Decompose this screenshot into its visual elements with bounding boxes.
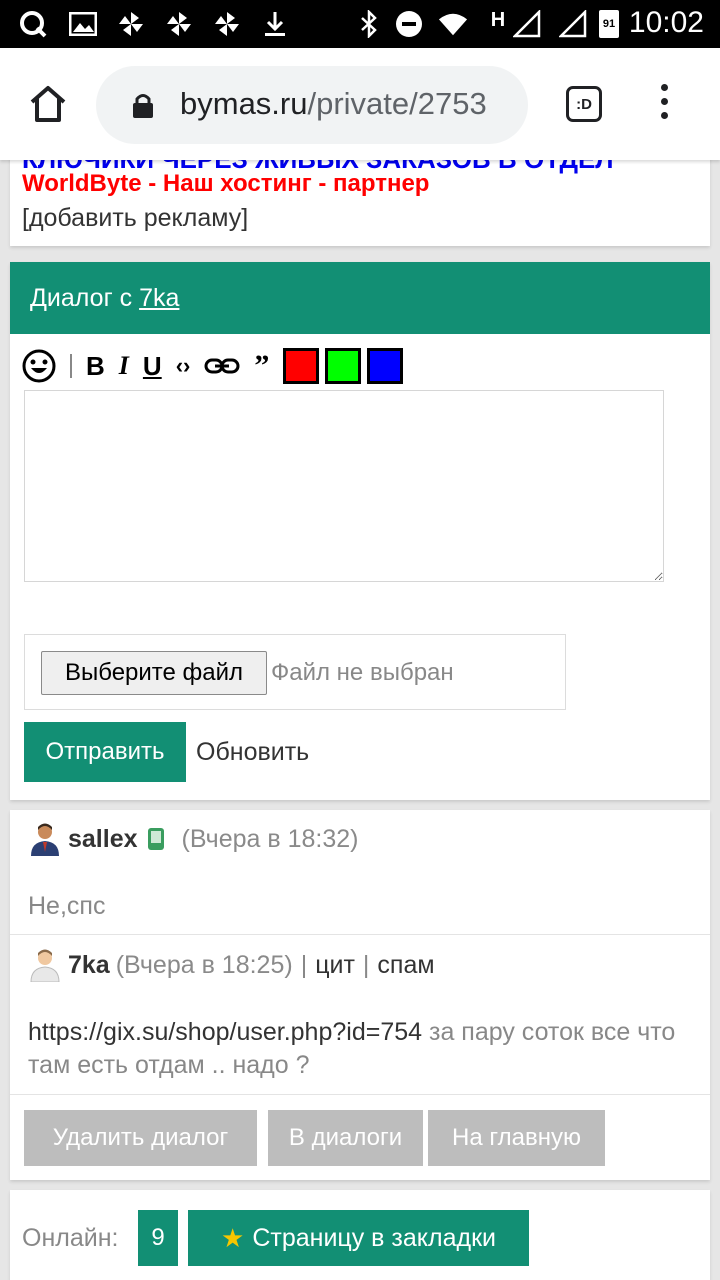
add-ad-link[interactable]: [добавить рекламу]: [22, 204, 248, 233]
divider: [10, 934, 710, 935]
message-text: Не,спс: [28, 892, 106, 920]
url-text: bymas.ru/private/2753: [180, 86, 487, 121]
footer: Онлайн: 9 ★ Страницу в закладки: [10, 1190, 710, 1280]
message-textarea[interactable]: [24, 390, 664, 582]
signal-icon: [512, 9, 542, 39]
avatar: [31, 823, 59, 856]
bookmark-button[interactable]: ★ Страницу в закладки: [188, 1210, 529, 1266]
divider: [10, 1094, 710, 1095]
message-time: (Вчера в 18:32): [181, 824, 359, 853]
phone-icon: [147, 828, 164, 850]
message-link[interactable]: https://gix.su/shop/user.php?id=754: [28, 1018, 422, 1046]
home-icon[interactable]: [26, 82, 70, 126]
smiley-icon[interactable]: [22, 349, 56, 383]
message-author[interactable]: 7ka: [68, 951, 110, 980]
underline-icon[interactable]: U: [143, 351, 162, 382]
signal-h-icon: H: [490, 9, 506, 31]
bluetooth-icon: [354, 9, 384, 39]
choose-file-button[interactable]: Выберите файл: [41, 651, 267, 695]
star-icon: ★: [221, 1222, 245, 1253]
bold-icon[interactable]: B: [86, 351, 105, 382]
message-header: sallex (Вчера в 18:32): [28, 822, 358, 856]
quote-icon[interactable]: ”: [254, 349, 269, 383]
refresh-link[interactable]: Обновить: [196, 738, 309, 767]
pinwheel-icon: [164, 9, 194, 39]
file-upload: Выберите файл Файл не выбран: [24, 634, 566, 710]
color-green-button[interactable]: [325, 348, 362, 384]
message-time: (Вчера в 18:25): [115, 950, 293, 979]
battery-91-icon: 91: [598, 9, 620, 39]
message-header: 7ka (Вчера в 18:25) | цит | спам: [28, 948, 435, 982]
to-dialogs-button[interactable]: В диалоги: [268, 1110, 423, 1166]
send-button[interactable]: Отправить: [24, 722, 186, 782]
color-red-button[interactable]: [283, 348, 320, 384]
spam-link[interactable]: спам: [377, 951, 434, 980]
do-not-disturb-icon: [394, 9, 424, 39]
dialog-compose: Диалог с 7ka B I U ‹› ” Выберите файл Фа…: [10, 262, 710, 800]
delete-dialog-button[interactable]: Удалить диалог: [24, 1110, 257, 1166]
wifi-icon: [438, 9, 468, 39]
italic-icon[interactable]: I: [119, 351, 129, 381]
file-status: Файл не выбран: [271, 659, 454, 686]
avatar: [30, 949, 60, 982]
separator: |: [300, 950, 308, 979]
pinwheel-icon: [116, 9, 146, 39]
format-toolbar: B I U ‹› ”: [22, 346, 409, 386]
status-bar: H 91 10:02: [0, 0, 720, 48]
browser-toolbar: bymas.ru/private/2753 :D: [0, 48, 720, 160]
messages-list: sallex (Вчера в 18:32) Не,спс 7ka (Вчера…: [10, 810, 710, 1180]
toolbar-divider: [70, 354, 72, 378]
dialog-title: Диалог с 7ka: [10, 262, 710, 334]
link-icon[interactable]: [204, 356, 240, 376]
online-label: Онлайн:: [22, 1224, 119, 1252]
image-icon: [68, 9, 98, 39]
pinwheel-icon: [212, 9, 242, 39]
address-bar[interactable]: bymas.ru/private/2753: [96, 66, 528, 144]
download-icon: [260, 9, 290, 39]
color-blue-button[interactable]: [367, 348, 404, 384]
status-time: 10:02: [628, 6, 704, 39]
online-count-badge[interactable]: 9: [138, 1210, 178, 1266]
more-menu-icon[interactable]: [652, 84, 676, 128]
ad-partner-link[interactable]: WorldByte - Наш хостинг - партнер: [22, 170, 429, 198]
signal-icon: [558, 9, 588, 39]
dialog-user-link[interactable]: 7ka: [139, 284, 179, 312]
separator: |: [362, 950, 370, 979]
tab-switcher-button[interactable]: :D: [566, 86, 602, 122]
code-icon[interactable]: ‹›: [176, 353, 191, 379]
message-text: https://gix.su/shop/user.php?id=754 за п…: [28, 1018, 676, 1079]
quote-link[interactable]: цит: [315, 951, 355, 980]
home-page-button[interactable]: На главную: [428, 1110, 605, 1166]
lock-icon: [132, 92, 154, 118]
message-author[interactable]: sallex: [68, 825, 138, 854]
app-q-icon: [18, 9, 48, 39]
